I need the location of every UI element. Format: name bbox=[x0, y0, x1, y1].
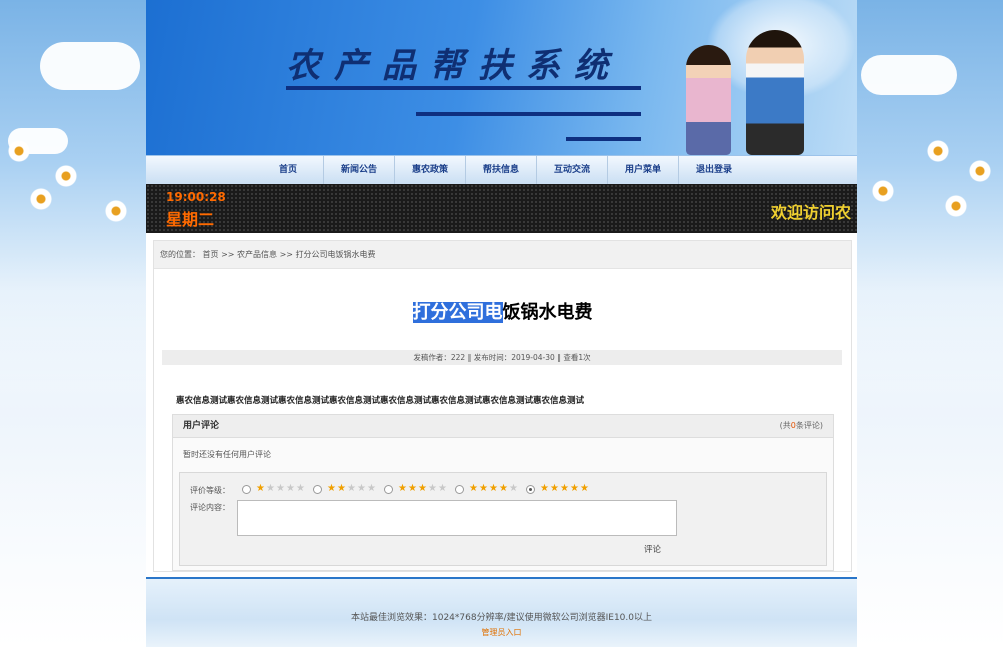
welcome-marquee: 欢迎访问农 bbox=[770, 203, 851, 222]
nav-item-home[interactable]: 首页 bbox=[253, 156, 324, 185]
rating-stars: ★ ★ ★ ★ ★ bbox=[540, 484, 590, 494]
star-icon: ★ bbox=[570, 483, 579, 494]
page-container: 农产品帮扶系统 首页 新闻公告 惠农政策 帮扶信息 互动交流 用户菜单 退出登录… bbox=[146, 0, 857, 647]
rating-options: ★ ★ ★ ★ ★ ★ ★ ★ ★ ★ ★ ★ ★ ★ ★ ★ ★ ★ ★ ★ ★ ★ ★ ★ ★ bbox=[242, 484, 597, 494]
comments-count: (共0条评论) bbox=[780, 415, 823, 437]
rating-radio[interactable] bbox=[526, 484, 535, 494]
star-icon: ★ bbox=[276, 483, 285, 494]
star-icon: ★ bbox=[327, 483, 336, 494]
article-title-text: 饭锅水电费 bbox=[502, 302, 593, 323]
star-icon: ★ bbox=[428, 483, 437, 494]
rating-stars: ★ ★ ★ ★ ★ bbox=[327, 484, 377, 494]
right-side-decoration bbox=[857, 0, 1003, 647]
star-icon: ★ bbox=[286, 483, 295, 494]
star-icon: ★ bbox=[266, 483, 275, 494]
left-side-decoration bbox=[0, 0, 146, 647]
star-icon: ★ bbox=[509, 483, 518, 494]
main-nav: 首页 新闻公告 惠农政策 帮扶信息 互动交流 用户菜单 退出登录 bbox=[146, 155, 857, 185]
star-icon: ★ bbox=[398, 483, 407, 494]
comment-form: 评价等级： ★ ★ ★ ★ ★ ★ ★ ★ ★ ★ ★ ★ ★ ★ ★ ★ ★ ★ ★ ★ ★ ★ ★ ★ ★ 评论内容： 评论 bbox=[179, 472, 827, 566]
star-icon: ★ bbox=[469, 483, 478, 494]
star-icon: ★ bbox=[438, 483, 447, 494]
led-display-bar: 19:00:28 星期二 欢迎访问农 bbox=[146, 184, 857, 233]
article-title: 打分公司电饭锅水电费 bbox=[154, 298, 851, 324]
star-icon: ★ bbox=[408, 483, 417, 494]
star-icon: ★ bbox=[540, 483, 549, 494]
nav-item-news[interactable]: 新闻公告 bbox=[324, 156, 395, 185]
star-icon: ★ bbox=[580, 483, 589, 494]
star-icon: ★ bbox=[418, 483, 427, 494]
rating-option-5[interactable]: ★ ★ ★ ★ ★ bbox=[526, 484, 590, 494]
star-icon: ★ bbox=[296, 483, 305, 494]
nav-item-logout[interactable]: 退出登录 bbox=[679, 156, 749, 185]
rating-radio[interactable] bbox=[242, 484, 251, 494]
rating-radio[interactable] bbox=[313, 484, 322, 494]
weekday-label: 星期二 bbox=[166, 210, 215, 229]
nav-item-policy[interactable]: 惠农政策 bbox=[395, 156, 466, 185]
nav-item-interaction[interactable]: 互动交流 bbox=[537, 156, 608, 185]
star-icon: ★ bbox=[367, 483, 376, 494]
article-meta: 发稿作者：222 ‖ 发布时间：2019-04-30 ‖ 查看1次 bbox=[162, 350, 842, 365]
rating-option-1[interactable]: ★ ★ ★ ★ ★ bbox=[242, 484, 306, 494]
rating-stars: ★ ★ ★ ★ ★ bbox=[256, 484, 306, 494]
comments-count-prefix: (共 bbox=[779, 421, 791, 430]
site-title: 农产品帮扶系统 bbox=[286, 46, 622, 86]
article-title-selected-text: 打分公司电 bbox=[412, 302, 503, 323]
comment-content-label: 评论内容： bbox=[190, 503, 230, 512]
star-icon: ★ bbox=[499, 483, 508, 494]
rating-stars: ★ ★ ★ ★ ★ bbox=[398, 484, 448, 494]
rating-stars: ★ ★ ★ ★ ★ bbox=[469, 484, 519, 494]
nav-item-assistance[interactable]: 帮扶信息 bbox=[466, 156, 537, 185]
star-icon: ★ bbox=[337, 483, 346, 494]
comments-count-suffix: 条评论) bbox=[795, 421, 823, 430]
banner-stripe bbox=[416, 112, 641, 116]
admin-entry-link[interactable]: 管理员入口 bbox=[146, 627, 857, 638]
rating-option-4[interactable]: ★ ★ ★ ★ ★ bbox=[455, 484, 519, 494]
comments-empty-text: 暂时还没有任何用户评论 bbox=[183, 450, 271, 459]
banner-stripe bbox=[286, 86, 641, 90]
banner-stripe bbox=[566, 137, 641, 141]
star-icon: ★ bbox=[347, 483, 356, 494]
rating-radio[interactable] bbox=[384, 484, 393, 494]
article-panel: 您的位置： 首页 >> 农产品信息 >> 打分公司电饭锅水电费 打分公司电饭锅水… bbox=[153, 240, 852, 572]
rating-option-2[interactable]: ★ ★ ★ ★ ★ bbox=[313, 484, 377, 494]
submit-comment-button[interactable]: 评论 bbox=[644, 543, 661, 555]
nav-item-user-menu[interactable]: 用户菜单 bbox=[608, 156, 679, 185]
comments-title: 用户评论 bbox=[183, 421, 220, 431]
star-icon: ★ bbox=[256, 483, 265, 494]
footer: 本站最佳浏览效果：1024*768分辨率/建议使用微软公司浏览器IE10.0以上… bbox=[146, 579, 857, 647]
rating-radio[interactable] bbox=[455, 484, 464, 494]
breadcrumb: 您的位置： 首页 >> 农产品信息 >> 打分公司电饭锅水电费 bbox=[154, 241, 851, 269]
comments-header: 用户评论 (共0条评论) bbox=[173, 415, 833, 438]
footer-browser-note: 本站最佳浏览效果：1024*768分辨率/建议使用微软公司浏览器IE10.0以上 bbox=[351, 613, 652, 623]
star-icon: ★ bbox=[479, 483, 488, 494]
star-icon: ★ bbox=[357, 483, 366, 494]
star-icon: ★ bbox=[560, 483, 569, 494]
header-banner: 农产品帮扶系统 bbox=[146, 0, 857, 155]
student-girl-image bbox=[686, 45, 731, 155]
comments-section: 用户评论 (共0条评论) 暂时还没有任何用户评论 评价等级： ★ ★ ★ ★ ★ ★ ★ ★ ★… bbox=[172, 414, 834, 571]
rating-option-3[interactable]: ★ ★ ★ ★ ★ bbox=[384, 484, 448, 494]
clock-time: 19:00:28 bbox=[166, 190, 226, 204]
article-body: 惠农信息测试惠农信息测试惠农信息测试惠农信息测试惠农信息测试惠农信息测试惠农信息… bbox=[176, 396, 585, 406]
comment-textarea[interactable] bbox=[237, 500, 677, 536]
student-boy-image bbox=[746, 30, 804, 155]
star-icon: ★ bbox=[489, 483, 498, 494]
star-icon: ★ bbox=[550, 483, 559, 494]
rating-label: 评价等级： bbox=[190, 486, 230, 495]
